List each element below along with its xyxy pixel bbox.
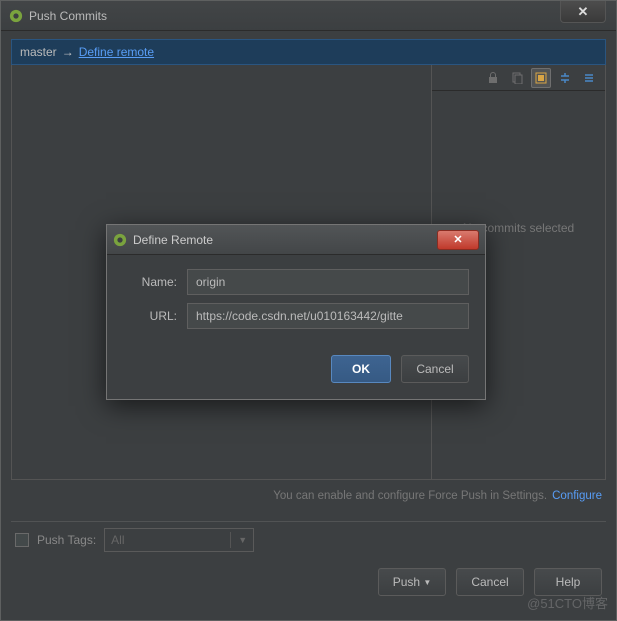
push-button[interactable]: Push ▼	[378, 568, 446, 596]
url-label: URL:	[123, 309, 177, 323]
define-remote-dialog: Define Remote ✕ Name: URL: OK Cancel	[106, 224, 486, 400]
expand-icon[interactable]	[555, 68, 575, 88]
help-button[interactable]: Help	[534, 568, 602, 596]
chevron-down-icon: ▼	[423, 578, 431, 587]
hint-text: You can enable and configure Force Push …	[273, 490, 547, 502]
name-field[interactable]	[187, 269, 469, 295]
url-field[interactable]	[187, 303, 469, 329]
name-label: Name:	[123, 275, 177, 289]
button-row: Push ▼ Cancel Help	[378, 568, 602, 596]
dialog-title-bar[interactable]: Define Remote ✕	[107, 225, 485, 255]
collapse-icon[interactable]	[579, 68, 599, 88]
local-branch: master	[20, 45, 57, 59]
branch-row[interactable]: master → Define remote	[11, 39, 606, 65]
window-close-button[interactable]: ✕	[560, 1, 606, 23]
divider	[11, 521, 606, 522]
app-icon	[113, 233, 127, 247]
dialog-title: Define Remote	[133, 233, 431, 247]
cancel-button[interactable]: Cancel	[456, 568, 524, 596]
dialog-close-button[interactable]: ✕	[437, 230, 479, 250]
dialog-body: Name: URL:	[107, 255, 485, 347]
dialog-cancel-button[interactable]: Cancel	[401, 355, 469, 383]
configure-link[interactable]: Configure	[552, 490, 602, 502]
copy-icon[interactable]	[507, 68, 527, 88]
window-title-bar: Push Commits	[1, 1, 616, 31]
window-title: Push Commits	[29, 9, 608, 23]
push-commits-window: ✕ Push Commits master → Define remote No…	[0, 0, 617, 621]
tags-select[interactable]: All ▼	[104, 528, 254, 552]
tags-select-value: All	[111, 533, 124, 547]
diff-icon[interactable]	[531, 68, 551, 88]
app-icon	[9, 9, 23, 23]
chevron-down-icon: ▼	[238, 535, 247, 545]
ok-button[interactable]: OK	[331, 355, 391, 383]
options-row: Push Tags: All ▼	[15, 526, 602, 554]
define-remote-link[interactable]: Define remote	[79, 45, 154, 59]
push-tags-checkbox[interactable]	[15, 533, 29, 547]
hint-row: You can enable and configure Force Push …	[11, 482, 606, 510]
dialog-buttons: OK Cancel	[107, 347, 485, 399]
lock-icon[interactable]	[483, 68, 503, 88]
arrow-icon: →	[62, 45, 74, 59]
push-tags-label: Push Tags:	[37, 533, 96, 547]
details-toolbar	[432, 65, 605, 91]
